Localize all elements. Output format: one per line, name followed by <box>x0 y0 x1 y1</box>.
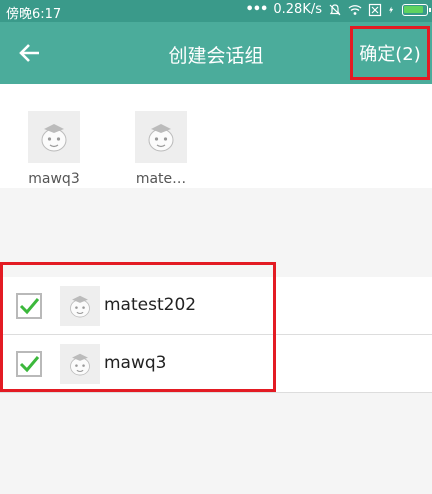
app-bar: 创建会话组 确定(2) <box>0 22 432 84</box>
status-icons: ••• 0.28K/s <box>245 2 431 17</box>
avatar <box>135 111 187 163</box>
more-dots-icon: ••• <box>245 2 268 17</box>
selection-highlight <box>0 262 276 392</box>
selected-member-name: mate… <box>135 171 187 187</box>
status-time: 傍晚6:17 <box>6 7 62 22</box>
avatar <box>28 111 80 163</box>
network-speed: 0.28K/s <box>273 2 322 17</box>
selected-member-name: mawq3 <box>28 171 80 187</box>
charging-icon <box>389 6 394 13</box>
selected-member[interactable]: mate… <box>131 111 191 187</box>
status-bar: 傍晚6:17 ••• 0.28K/s <box>0 0 432 22</box>
avatar-placeholder-icon <box>41 124 67 152</box>
selected-members-strip: mawq3 mate… <box>0 84 432 188</box>
selected-member[interactable]: mawq3 <box>24 111 84 187</box>
wifi-icon <box>348 4 362 15</box>
sim-off-icon <box>368 3 382 16</box>
battery-icon <box>402 3 431 16</box>
confirm-button[interactable]: 确定(2) <box>350 26 430 80</box>
mute-icon <box>329 3 341 15</box>
avatar-placeholder-icon <box>148 124 174 152</box>
